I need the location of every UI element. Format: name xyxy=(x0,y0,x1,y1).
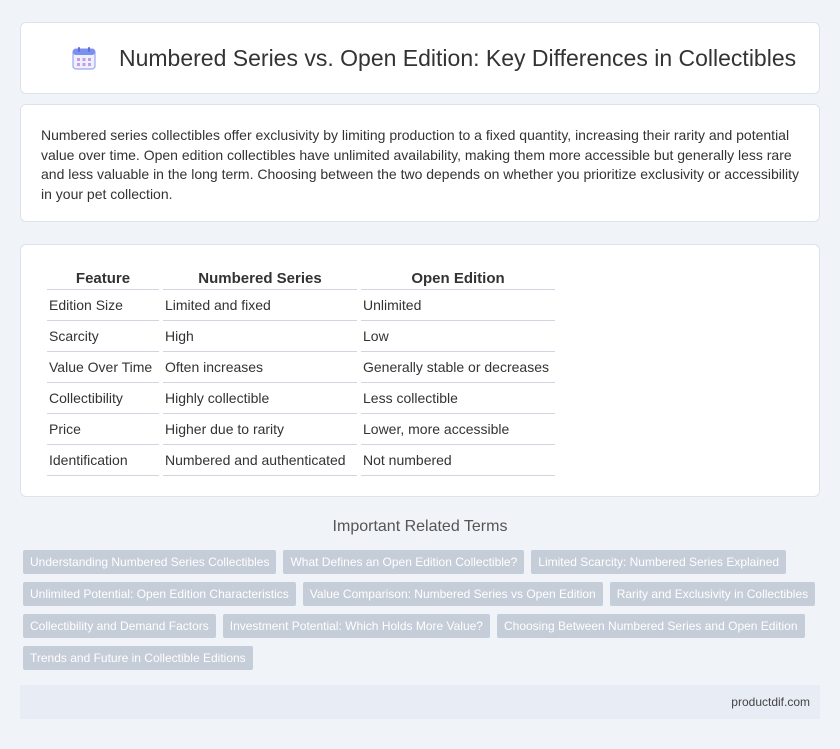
footer-site-link[interactable]: productdif.com xyxy=(731,695,810,709)
related-term-tag[interactable]: Limited Scarcity: Numbered Series Explai… xyxy=(531,550,787,574)
related-term-tag[interactable]: Investment Potential: Which Holds More V… xyxy=(222,614,490,638)
table-cell: Often increases xyxy=(163,352,357,383)
related-term-tag[interactable]: Understanding Numbered Series Collectibl… xyxy=(23,550,277,574)
related-terms-list: Understanding Numbered Series Collectibl… xyxy=(23,550,823,670)
table-header-row: Feature Numbered Series Open Edition xyxy=(47,264,555,290)
table-cell: Price xyxy=(47,414,159,445)
related-term-tag[interactable]: Rarity and Exclusivity in Collectibles xyxy=(609,582,816,606)
column-header: Feature xyxy=(47,264,159,290)
column-header: Open Edition xyxy=(361,264,555,290)
table-cell: Highly collectible xyxy=(163,383,357,414)
table-row: Value Over Time Often increases Generally … xyxy=(47,352,555,383)
table-cell: Value Over Time xyxy=(47,352,159,383)
comparison-card: Feature Numbered Series Open Edition Edi… xyxy=(20,244,820,497)
table-row: Scarcity High Low xyxy=(47,321,555,352)
table-cell: Collectibility xyxy=(47,383,159,414)
table-row: Identification Numbered and authenticated… xyxy=(47,445,555,476)
footer: productdif.com xyxy=(20,685,820,719)
page-title: Numbered Series vs. Open Edition: Key Di… xyxy=(119,45,797,71)
calendar-icon xyxy=(71,45,97,71)
table-row: Edition Size Limited and fixed Unlimited xyxy=(47,290,555,321)
table-row: Collectibility Highly collectible Less col… xyxy=(47,383,555,414)
header-card: Numbered Series vs. Open Edition: Key Di… xyxy=(20,22,820,94)
table-cell: Generally stable or decreases xyxy=(361,352,555,383)
related-term-tag[interactable]: Value Comparison: Numbered Series vs Ope… xyxy=(302,582,603,606)
table-cell: Low xyxy=(361,321,555,352)
table-cell: Limited and fixed xyxy=(163,290,357,321)
table-cell: Identification xyxy=(47,445,159,476)
table-cell: Edition Size xyxy=(47,290,159,321)
related-term-tag[interactable]: Trends and Future in Collectible Edition… xyxy=(23,646,253,670)
table-cell: Scarcity xyxy=(47,321,159,352)
related-term-tag[interactable]: Choosing Between Numbered Series and Ope… xyxy=(496,614,805,638)
related-term-tag[interactable]: Unlimited Potential: Open Edition Charac… xyxy=(23,582,296,606)
comparison-table: Feature Numbered Series Open Edition Edi… xyxy=(43,264,559,476)
intro-card: Numbered series collectibles offer exclu… xyxy=(20,104,820,222)
table-cell: Numbered and authenticated xyxy=(163,445,357,476)
table-cell: Lower, more accessible xyxy=(361,414,555,445)
table-cell: Unlimited xyxy=(361,290,555,321)
table-cell: High xyxy=(163,321,357,352)
table-cell: Less collectible xyxy=(361,383,555,414)
table-row: Price Higher due to rarity Lower, more acc… xyxy=(47,414,555,445)
related-term-tag[interactable]: What Defines an Open Edition Collectible… xyxy=(283,550,525,574)
intro-text: Numbered series collectibles offer exclu… xyxy=(41,127,799,202)
table-cell: Not numbered xyxy=(361,445,555,476)
related-terms-title: Important Related Terms xyxy=(332,518,508,535)
table-cell: Higher due to rarity xyxy=(163,414,357,445)
related-term-tag[interactable]: Collectibility and Demand Factors xyxy=(23,614,216,638)
column-header: Numbered Series xyxy=(163,264,357,290)
